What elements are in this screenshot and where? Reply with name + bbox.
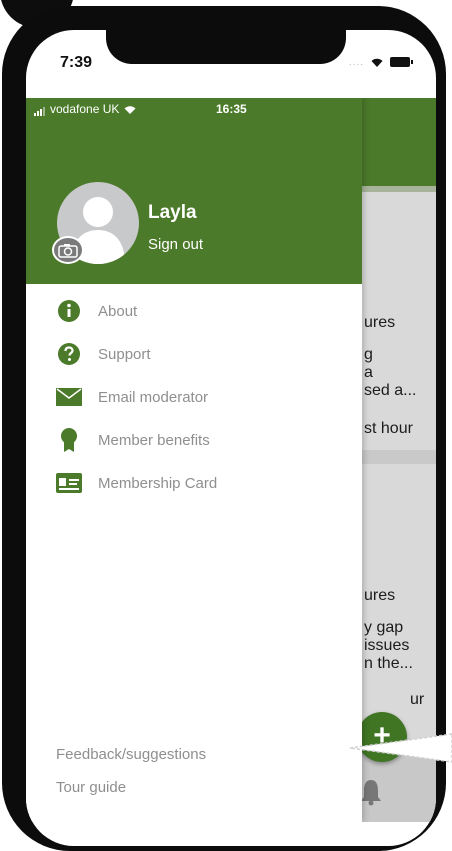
- info-icon: [56, 298, 82, 324]
- navigation-drawer: Layla Sign out vodafone UK 16:35 About S…: [26, 98, 362, 822]
- camera-icon: [58, 244, 78, 258]
- feed-text: y gap: [364, 619, 404, 636]
- signal-dots: ....: [348, 56, 364, 68]
- wifi-icon: [371, 58, 383, 67]
- phone-frame: 7:39 .... ures g a sed a... st hour ures…: [2, 6, 446, 851]
- feed-separator: [362, 450, 436, 464]
- feedback-link[interactable]: Feedback/suggestions: [56, 746, 206, 763]
- feed-text: g: [364, 346, 373, 363]
- award-ribbon-icon: [56, 427, 82, 453]
- feed-text: ures: [364, 587, 396, 604]
- feed-text: st hour: [364, 420, 413, 437]
- phone-screen: 7:39 .... ures g a sed a... st hour ures…: [26, 30, 436, 846]
- menu-item-email-moderator[interactable]: Email moderator: [56, 382, 346, 412]
- signal-bars-icon: [34, 102, 46, 116]
- inner-status-bar: vodafone UK 16:35: [26, 98, 436, 120]
- outer-status-time: 7:39: [60, 54, 93, 71]
- menu-item-member-benefits[interactable]: Member benefits: [56, 425, 346, 455]
- feed-text: a: [364, 364, 373, 381]
- camera-button[interactable]: [52, 236, 84, 264]
- callout-arrow: [349, 733, 452, 763]
- app-screenshot: ures g a sed a... st hour ures y gap iss…: [26, 98, 436, 822]
- menu-item-label: About: [98, 302, 138, 320]
- menu-item-support[interactable]: Support: [56, 339, 346, 369]
- menu-item-label: Member benefits: [98, 431, 210, 449]
- drawer-header: Layla Sign out: [26, 98, 362, 284]
- id-card-icon: [56, 470, 82, 496]
- outer-status-indicators: ....: [348, 56, 413, 68]
- feed-text: n the...: [364, 655, 413, 672]
- sign-out-link[interactable]: Sign out: [148, 236, 203, 253]
- app-subbar: [362, 186, 436, 192]
- menu-item-label: Email moderator: [98, 388, 209, 406]
- feed-text: issues: [364, 637, 410, 654]
- menu-item-about[interactable]: About: [56, 296, 346, 326]
- feed-text: ures: [364, 314, 396, 331]
- battery-icon: [390, 57, 413, 67]
- feed-text: sed a...: [364, 382, 417, 399]
- carrier-name: vodafone UK: [50, 102, 120, 116]
- carrier-info: vodafone UK: [34, 102, 137, 116]
- envelope-icon: [56, 384, 82, 410]
- question-icon: [56, 341, 82, 367]
- inner-status-time: 16:35: [216, 102, 247, 116]
- user-name: Layla: [148, 202, 197, 223]
- wifi-icon: [124, 105, 136, 114]
- feed-text: ur: [410, 691, 425, 708]
- menu-item-label: Membership Card: [98, 474, 218, 492]
- phone-notch: [106, 30, 346, 64]
- tour-guide-link[interactable]: Tour guide: [56, 779, 126, 796]
- menu-item-label: Support: [98, 345, 151, 363]
- menu-item-membership-card[interactable]: Membership Card: [56, 468, 346, 498]
